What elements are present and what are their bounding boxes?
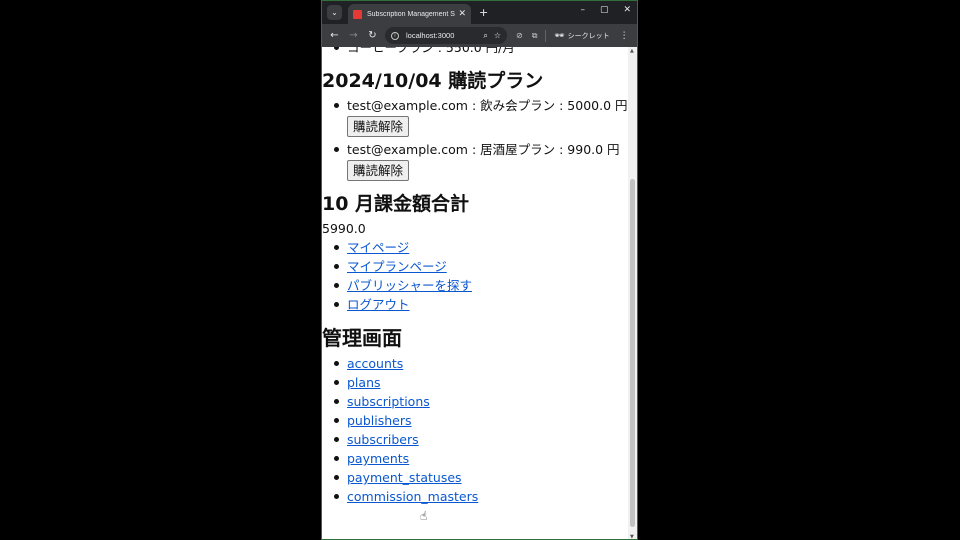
scroll-down-arrow-icon[interactable]: ▼: [630, 534, 634, 539]
myplans-link[interactable]: マイプランページ: [347, 259, 447, 274]
admin-item-publishers: publishers: [322, 411, 628, 430]
publishers-link[interactable]: publishers: [347, 413, 412, 428]
subscription-item: test@example.com : 居酒屋プラン : 990.0 円 購読解除: [322, 140, 628, 184]
tab-search-icon[interactable]: ⌄: [327, 5, 342, 20]
logout-link[interactable]: ログアウト: [347, 297, 410, 312]
maximize-icon[interactable]: ▢: [600, 5, 609, 15]
admin-item-commission-masters: commission_masters: [322, 487, 628, 506]
incognito-indicator[interactable]: 🕶 シークレット: [554, 31, 609, 41]
url-text: localhost:3000: [406, 31, 455, 40]
user-nav-list: マイページ マイプランページ パブリッシャーを探す ログアウト: [322, 238, 628, 314]
payments-link[interactable]: payments: [347, 451, 409, 466]
admin-item-accounts: accounts: [322, 354, 628, 373]
subscription-item: test@example.com : 飲み会プラン : 5000.0 円 購読解…: [322, 96, 628, 140]
forward-icon[interactable]: →: [344, 30, 363, 41]
toolbar-divider: [545, 29, 547, 42]
nav-item-publishers: パブリッシャーを探す: [322, 276, 628, 295]
admin-nav-list: accounts plans subscriptions publishers …: [322, 354, 628, 506]
tab-active[interactable]: Subscription Management System ✕: [348, 4, 471, 24]
back-icon[interactable]: ←: [325, 30, 344, 41]
monthly-total-heading: 10 月課金額合計: [322, 193, 470, 215]
admin-heading: 管理画面: [322, 326, 402, 350]
monthly-total-value: 5990.0: [322, 221, 366, 236]
zoom-icon[interactable]: ⌕: [483, 31, 487, 41]
nav-item-myplans: マイプランページ: [322, 257, 628, 276]
menu-icon[interactable]: ⋮: [620, 31, 629, 41]
blocked-icon[interactable]: ⊘: [516, 31, 523, 40]
bookmark-star-icon[interactable]: ☆: [494, 31, 501, 40]
incognito-icon: 🕶: [554, 31, 565, 40]
nav-item-logout: ログアウト: [322, 295, 628, 314]
date-plans-heading: 2024/10/04 購読プラン: [322, 70, 544, 92]
reload-icon[interactable]: ↻: [363, 30, 382, 41]
payment-statuses-link[interactable]: payment_statuses: [347, 470, 462, 485]
browser-toolbar: ← → ↻ i localhost:3000 ⌕ ☆ ⊘ ⧉ 🕶 シークレット …: [322, 24, 637, 47]
admin-item-plans: plans: [322, 373, 628, 392]
page-viewport: コーヒープラン : 550.0 円/月 2024/10/04 購読プラン tes…: [322, 47, 628, 539]
admin-item-payment-statuses: payment_statuses: [322, 468, 628, 487]
new-tab-icon[interactable]: +: [479, 6, 488, 19]
commission-masters-link[interactable]: commission_masters: [347, 489, 478, 504]
hand-cursor-icon: ☝: [420, 509, 428, 523]
mypage-link[interactable]: マイページ: [347, 240, 409, 255]
close-window-icon[interactable]: ✕: [623, 5, 631, 15]
address-bar[interactable]: i localhost:3000 ⌕ ☆: [385, 27, 507, 44]
list-item: コーヒープラン : 550.0 円/月: [322, 47, 628, 57]
scroll-up-arrow-icon[interactable]: ▲: [630, 48, 634, 54]
unsubscribe-button[interactable]: 購読解除: [347, 116, 410, 137]
site-info-icon[interactable]: i: [391, 31, 399, 40]
tab-title: Subscription Management System: [367, 10, 455, 18]
find-publishers-link[interactable]: パブリッシャーを探す: [347, 278, 472, 293]
page-content: コーヒープラン : 550.0 円/月 2024/10/04 購読プラン tes…: [322, 47, 628, 506]
admin-item-subscriptions: subscriptions: [322, 392, 628, 411]
admin-item-subscribers: subscribers: [322, 430, 628, 449]
page-scrollbar[interactable]: ▲ ▼: [628, 47, 637, 539]
nav-item-mypage: マイページ: [322, 238, 628, 257]
accounts-link[interactable]: accounts: [347, 356, 403, 371]
tab-strip: ⌄ Subscription Management System ✕ + – ▢…: [322, 1, 637, 24]
incognito-label: シークレット: [567, 32, 610, 40]
subscription-text: test@example.com : 飲み会プラン : 5000.0 円: [347, 98, 628, 113]
plans-link[interactable]: plans: [347, 375, 381, 390]
subscription-text: test@example.com : 居酒屋プラン : 990.0 円: [347, 142, 620, 157]
subscriptions-link[interactable]: subscriptions: [347, 394, 430, 409]
unsubscribe-button[interactable]: 購読解除: [347, 160, 410, 181]
subscribers-link[interactable]: subscribers: [347, 432, 419, 447]
scroll-thumb[interactable]: [630, 179, 635, 527]
favicon-icon: [353, 9, 362, 19]
subscription-list: test@example.com : 飲み会プラン : 5000.0 円 購読解…: [322, 96, 628, 184]
browser-window: ⌄ Subscription Management System ✕ + – ▢…: [321, 0, 638, 540]
tab-close-icon[interactable]: ✕: [458, 9, 466, 19]
admin-item-payments: payments: [322, 449, 628, 468]
previous-plan-list: コーヒープラン : 550.0 円/月: [322, 47, 628, 57]
minimize-icon[interactable]: –: [580, 5, 585, 15]
window-controls: – ▢ ✕: [580, 5, 631, 15]
extensions-icon[interactable]: ⧉: [532, 31, 538, 41]
